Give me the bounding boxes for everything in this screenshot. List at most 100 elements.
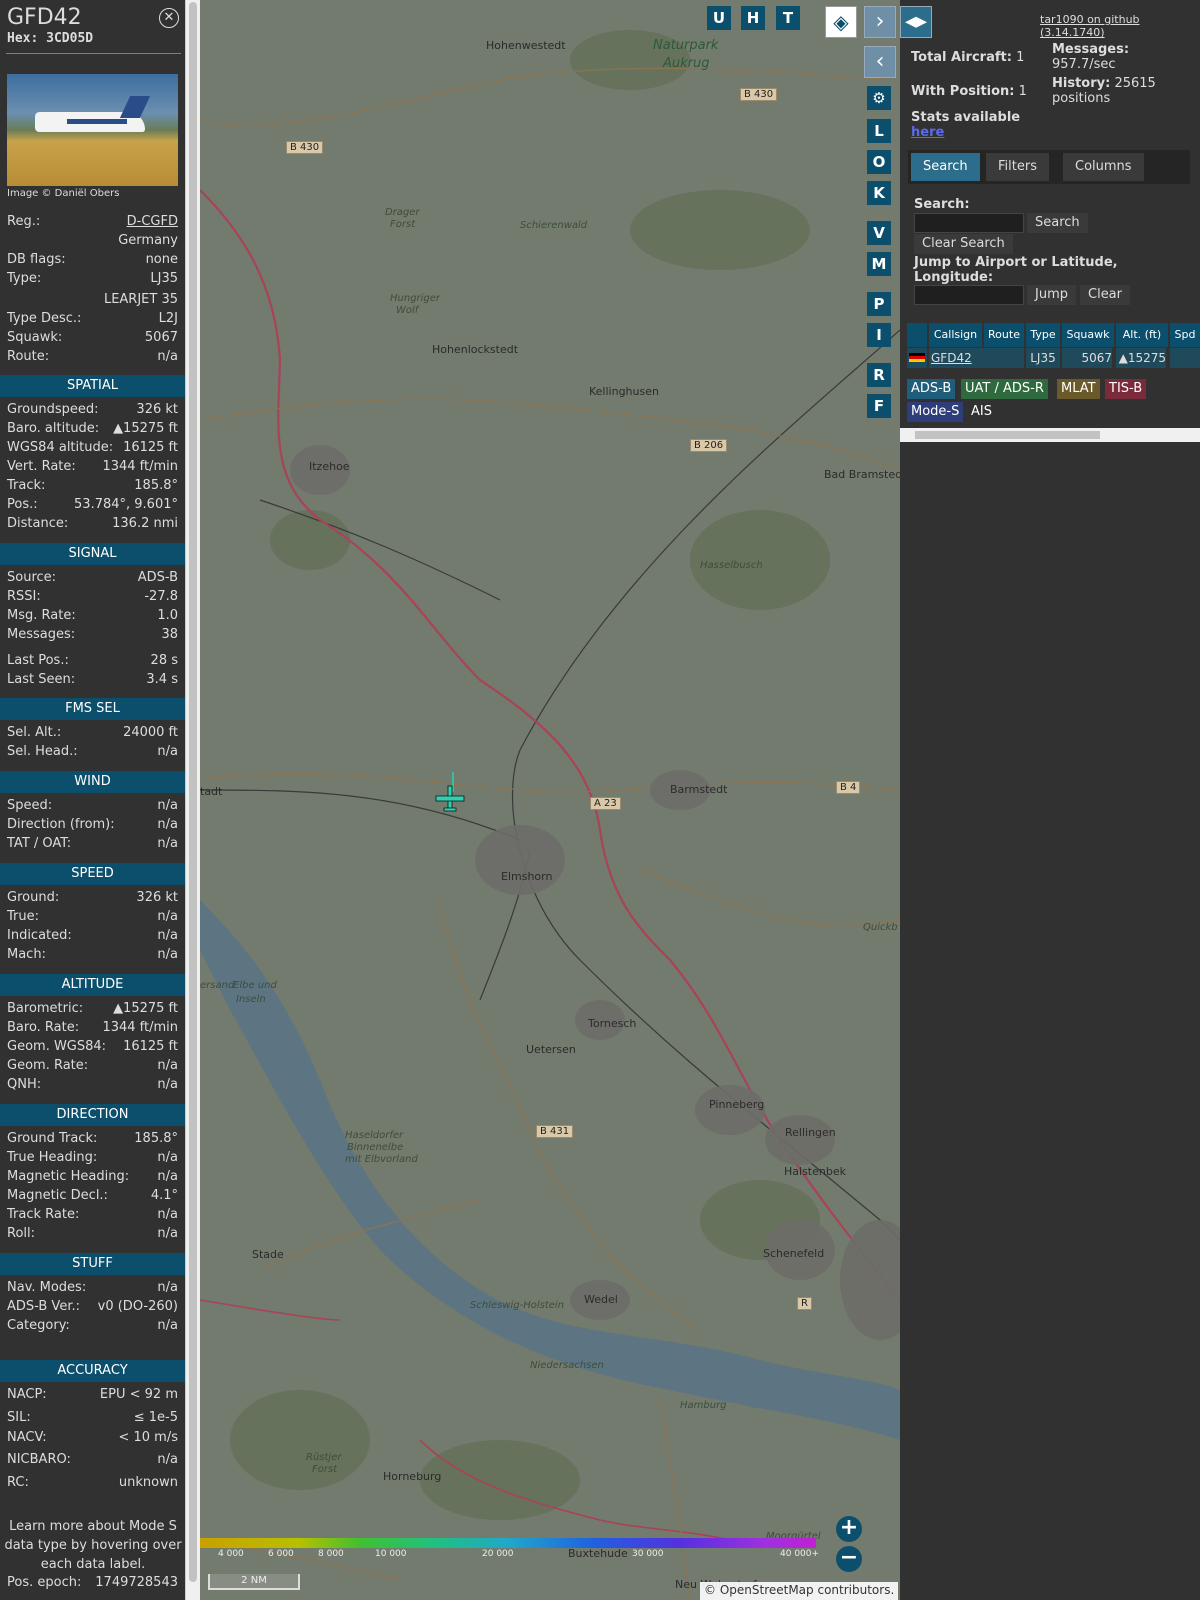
source-uat[interactable]: UAT / ADS-R (961, 379, 1048, 399)
zoom-out-button[interactable]: − (836, 1546, 862, 1572)
side-p-button[interactable]: P (867, 292, 891, 316)
side-o-button[interactable]: O (867, 150, 891, 174)
road-label: R (797, 1297, 812, 1310)
info-row: Vert. Rate: 1344 ft/min (7, 459, 178, 478)
info-label: Track: (7, 478, 46, 493)
info-value: none (145, 252, 178, 267)
info-label: QNH: (7, 1077, 42, 1092)
map-place-label: Uetersen (526, 1043, 576, 1056)
col-squawk[interactable]: Squawk (1062, 323, 1114, 347)
aircraft-info-panel: GFD42 Hex: 3CD05D ✕ Image © Daniël Obers… (0, 0, 185, 1600)
col-type[interactable]: Type (1026, 323, 1060, 347)
info-row: Msg. Rate: 1.0 (7, 608, 178, 627)
aircraft-photo[interactable] (7, 74, 178, 186)
github-link[interactable]: tar1090 on github (3.14.1740) (1040, 13, 1200, 39)
layers-icon[interactable]: ◈ (825, 6, 857, 38)
toggle-t-button[interactable]: T (776, 6, 800, 30)
flag-icon (907, 348, 927, 368)
tab-columns[interactable]: Columns (1063, 153, 1144, 181)
search-button[interactable]: Search (1027, 213, 1088, 233)
source-adsb[interactable]: ADS-B (907, 379, 956, 399)
info-label: NACP: (7, 1387, 47, 1402)
search-label: Search: (914, 197, 970, 212)
jump-input[interactable] (914, 285, 1024, 305)
aircraft-list-panel: ◂▸ tar1090 on github (3.14.1740) Total A… (900, 0, 1200, 1600)
side-v-button[interactable]: V (867, 221, 891, 245)
info-value: 5067 (144, 330, 178, 345)
info-label: Roll: (7, 1226, 36, 1241)
info-value: 28 s (150, 653, 178, 668)
clear-search-button[interactable]: Clear Search (914, 234, 1013, 254)
info-row: Squawk: 5067 (7, 330, 178, 349)
info-value: n/a (157, 836, 178, 851)
col-spd[interactable]: Spd (1170, 323, 1200, 347)
section-accuracy: ACCURACY (0, 1360, 185, 1382)
source-tisb[interactable]: TIS-B (1105, 379, 1147, 399)
info-row: Geom. WGS84: 16125 ft (7, 1039, 178, 1058)
map-attribution[interactable]: © OpenStreetMap contributors. (700, 1582, 899, 1600)
map-place-label: Naturpark (653, 38, 719, 53)
info-label: Msg. Rate: (7, 608, 76, 623)
info-value: n/a (157, 1280, 178, 1295)
info-row: Geom. Rate: n/a (7, 1058, 178, 1077)
source-mlat[interactable]: MLAT (1057, 379, 1100, 399)
table-scrollbar[interactable] (900, 428, 1200, 442)
col-route[interactable]: Route (984, 323, 1024, 347)
zoom-in-button[interactable]: + (836, 1516, 862, 1542)
col-alt[interactable]: Alt. (ft) (1116, 323, 1168, 347)
side-m-button[interactable]: M (867, 252, 891, 276)
col-callsign[interactable]: Callsign (929, 323, 982, 347)
chevron-left-icon[interactable]: ‹ (864, 46, 896, 78)
source-modes[interactable]: Mode-S (907, 402, 964, 422)
info-value: < 10 m/s (118, 1430, 178, 1445)
altitude-tick-label: 10 000 (375, 1549, 407, 1559)
close-icon[interactable]: ✕ (159, 8, 179, 28)
info-label: Sel. Alt.: (7, 725, 62, 740)
clear-button[interactable]: Clear (1080, 285, 1130, 305)
info-label: Baro. Rate: (7, 1020, 80, 1035)
map-place-label: Hamburg (680, 1400, 727, 1411)
source-ais[interactable]: AIS (967, 402, 996, 422)
info-panel-scrollbar[interactable] (185, 0, 201, 1600)
side-l-button[interactable]: L (867, 119, 891, 143)
info-label: Indicated: (7, 928, 72, 943)
map-view[interactable]: Hohenwestedt Naturpark Aukrug Drager Forst Sc… (200, 0, 900, 1600)
info-row: Speed: n/a (7, 798, 178, 817)
info-label: Geom. WGS84: (7, 1039, 107, 1054)
info-label: NACV: (7, 1430, 47, 1445)
side-i-button[interactable]: I (867, 323, 891, 347)
info-row: Pos.: 53.784°, 9.601° (7, 497, 178, 516)
info-label: Geom. Rate: (7, 1058, 89, 1073)
jump-button[interactable]: Jump (1027, 285, 1076, 305)
section-fms: FMS SEL (0, 698, 185, 720)
messages-rate: Messages: 957.7/sec (1052, 42, 1130, 72)
info-label: Category: (7, 1318, 70, 1333)
info-label: Magnetic Decl.: (7, 1188, 108, 1203)
tab-search[interactable]: Search (911, 153, 980, 181)
info-row: DB flags: none (7, 252, 178, 271)
chevron-right-icon[interactable]: › (864, 6, 896, 38)
expand-icon[interactable]: ◂▸ (900, 6, 932, 38)
search-input[interactable] (914, 213, 1024, 233)
info-row: Barometric: ▲15275 ft (7, 1001, 178, 1020)
altitude-tick-label: 8 000 (318, 1549, 344, 1559)
gear-icon[interactable]: ⚙ (867, 86, 891, 110)
map-place-label: Inseln (236, 994, 266, 1005)
info-label: Barometric: (7, 1001, 84, 1016)
tab-filters[interactable]: Filters (986, 153, 1049, 181)
info-row: Track: 185.8° (7, 478, 178, 497)
map-place-label: Stade (252, 1248, 284, 1261)
info-row: Route: n/a (7, 349, 178, 368)
side-r-button[interactable]: R (867, 363, 891, 387)
side-f-button[interactable]: F (867, 394, 891, 418)
side-k-button[interactable]: K (867, 181, 891, 205)
altitude-color-scale (200, 1538, 816, 1548)
road-label: B 430 (740, 88, 778, 101)
info-value[interactable]: D-CGFD (127, 214, 178, 229)
stats-link[interactable]: here (911, 125, 944, 140)
info-row: Baro. altitude: ▲15275 ft (7, 421, 178, 440)
row-callsign[interactable]: GFD42 (929, 348, 984, 368)
toggle-h-button[interactable]: H (741, 6, 765, 30)
toggle-u-button[interactable]: U (707, 6, 731, 30)
info-label: DB flags: (7, 252, 66, 267)
